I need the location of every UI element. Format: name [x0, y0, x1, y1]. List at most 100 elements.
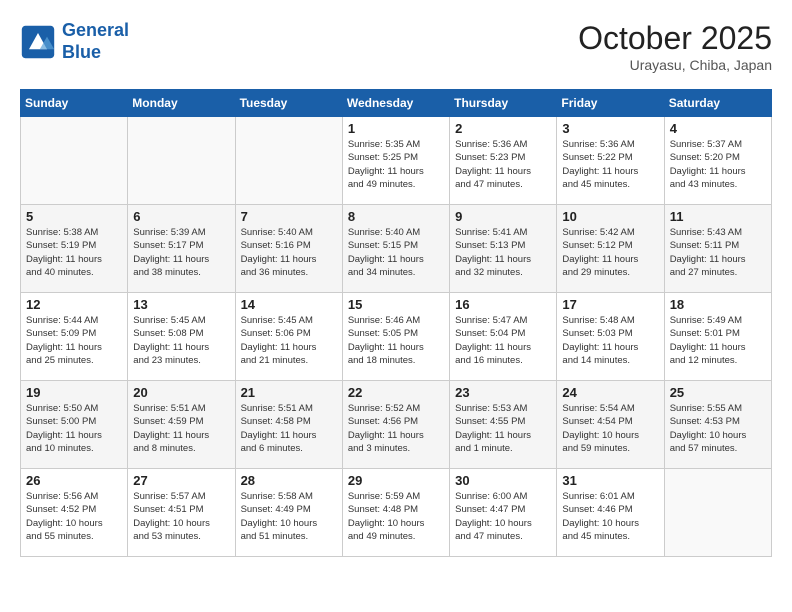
calendar-cell: 29 Sunrise: 5:59 AM Sunset: 4:48 PM Dayli… [342, 469, 449, 557]
day-info: Sunrise: 6:01 AM Sunset: 4:46 PM Dayligh… [562, 490, 658, 543]
weekday-header-monday: Monday [128, 90, 235, 117]
calendar-cell: 13Sunrise: 5:45 AM Sunset: 5:08 PM Dayli… [128, 293, 235, 381]
day-info: Sunrise: 5:38 AM Sunset: 5:19 PM Dayligh… [26, 226, 122, 279]
day-info: Sunrise: 5:36 AM Sunset: 5:23 PM Dayligh… [455, 138, 551, 191]
calendar-cell: 8 Sunrise: 5:40 AM Sunset: 5:15 PM Daylig… [342, 205, 449, 293]
calendar-cell: 17 Sunrise: 5:48 AM Sunset: 5:03 PM Dayli… [557, 293, 664, 381]
day-info: Sunrise: 5:48 AM Sunset: 5:03 PM Dayligh… [562, 314, 658, 367]
calendar-cell [664, 469, 771, 557]
day-info: Sunrise: 5:59 AM Sunset: 4:48 PM Dayligh… [348, 490, 444, 543]
day-number: 23 [455, 385, 551, 400]
calendar-cell: 7Sunrise: 5:40 AM Sunset: 5:16 PM Daylig… [235, 205, 342, 293]
calendar-cell: 23 Sunrise: 5:53 AM Sunset: 4:55 PM Dayli… [450, 381, 557, 469]
logo: General Blue [20, 20, 129, 63]
weekday-header-tuesday: Tuesday [235, 90, 342, 117]
day-info: Sunrise: 5:36 AM Sunset: 5:22 PM Dayligh… [562, 138, 658, 191]
calendar-table: SundayMondayTuesdayWednesdayThursdayFrid… [20, 89, 772, 557]
calendar-cell: 24 Sunrise: 5:54 AM Sunset: 4:54 PM Dayli… [557, 381, 664, 469]
day-info: Sunrise: 5:47 AM Sunset: 5:04 PM Dayligh… [455, 314, 551, 367]
day-info: Sunrise: 5:40 AM Sunset: 5:15 PM Dayligh… [348, 226, 444, 279]
day-number: 24 [562, 385, 658, 400]
week-row-3: 12 Sunrise: 5:44 AM Sunset: 5:09 PM Dayli… [21, 293, 772, 381]
day-info: Sunrise: 5:46 AM Sunset: 5:05 PM Dayligh… [348, 314, 444, 367]
day-number: 12 [26, 297, 122, 312]
calendar-cell: 14 Sunrise: 5:45 AM Sunset: 5:06 PM Dayli… [235, 293, 342, 381]
day-number: 19 [26, 385, 122, 400]
calendar-cell [128, 117, 235, 205]
day-number: 7 [241, 209, 337, 224]
day-info: Sunrise: 5:57 AM Sunset: 4:51 PM Dayligh… [133, 490, 229, 543]
day-number: 31 [562, 473, 658, 488]
day-info: Sunrise: 5:56 AM Sunset: 4:52 PM Dayligh… [26, 490, 122, 543]
calendar-cell: 16 Sunrise: 5:47 AM Sunset: 5:04 PM Dayli… [450, 293, 557, 381]
day-number: 30 [455, 473, 551, 488]
day-number: 13 [133, 297, 229, 312]
day-info: Sunrise: 5:50 AM Sunset: 5:00 PM Dayligh… [26, 402, 122, 455]
day-number: 26 [26, 473, 122, 488]
day-number: 29 [348, 473, 444, 488]
calendar-cell [21, 117, 128, 205]
day-info: Sunrise: 5:37 AM Sunset: 5:20 PM Dayligh… [670, 138, 766, 191]
day-info: Sunrise: 5:51 AM Sunset: 4:59 PM Dayligh… [133, 402, 229, 455]
day-info: Sunrise: 5:39 AM Sunset: 5:17 PM Dayligh… [133, 226, 229, 279]
day-info: Sunrise: 5:58 AM Sunset: 4:49 PM Dayligh… [241, 490, 337, 543]
day-number: 4 [670, 121, 766, 136]
location: Urayasu, Chiba, Japan [578, 57, 772, 73]
weekday-header-row: SundayMondayTuesdayWednesdayThursdayFrid… [21, 90, 772, 117]
calendar-cell: 9 Sunrise: 5:41 AM Sunset: 5:13 PM Daylig… [450, 205, 557, 293]
day-number: 20 [133, 385, 229, 400]
day-number: 22 [348, 385, 444, 400]
day-number: 6 [133, 209, 229, 224]
week-row-5: 26 Sunrise: 5:56 AM Sunset: 4:52 PM Dayli… [21, 469, 772, 557]
day-number: 11 [670, 209, 766, 224]
day-info: Sunrise: 5:54 AM Sunset: 4:54 PM Dayligh… [562, 402, 658, 455]
calendar-cell: 20 Sunrise: 5:51 AM Sunset: 4:59 PM Dayli… [128, 381, 235, 469]
weekday-header-thursday: Thursday [450, 90, 557, 117]
calendar-cell: 3Sunrise: 5:36 AM Sunset: 5:22 PM Daylig… [557, 117, 664, 205]
day-info: Sunrise: 5:44 AM Sunset: 5:09 PM Dayligh… [26, 314, 122, 367]
weekday-header-wednesday: Wednesday [342, 90, 449, 117]
calendar-cell: 11Sunrise: 5:43 AM Sunset: 5:11 PM Dayli… [664, 205, 771, 293]
weekday-header-friday: Friday [557, 90, 664, 117]
week-row-4: 19 Sunrise: 5:50 AM Sunset: 5:00 PM Dayli… [21, 381, 772, 469]
calendar-cell: 21Sunrise: 5:51 AM Sunset: 4:58 PM Dayli… [235, 381, 342, 469]
day-number: 5 [26, 209, 122, 224]
calendar-cell: 26 Sunrise: 5:56 AM Sunset: 4:52 PM Dayli… [21, 469, 128, 557]
logo-line1: General [62, 20, 129, 40]
day-info: Sunrise: 5:41 AM Sunset: 5:13 PM Dayligh… [455, 226, 551, 279]
day-number: 18 [670, 297, 766, 312]
day-info: Sunrise: 5:35 AM Sunset: 5:25 PM Dayligh… [348, 138, 444, 191]
day-number: 14 [241, 297, 337, 312]
calendar-cell: 22 Sunrise: 5:52 AM Sunset: 4:56 PM Dayli… [342, 381, 449, 469]
calendar-cell: 25 Sunrise: 5:55 AM Sunset: 4:53 PM Dayli… [664, 381, 771, 469]
day-number: 25 [670, 385, 766, 400]
calendar-cell: 2Sunrise: 5:36 AM Sunset: 5:23 PM Daylig… [450, 117, 557, 205]
week-row-2: 5 Sunrise: 5:38 AM Sunset: 5:19 PM Daylig… [21, 205, 772, 293]
day-info: Sunrise: 5:55 AM Sunset: 4:53 PM Dayligh… [670, 402, 766, 455]
calendar-cell: 5 Sunrise: 5:38 AM Sunset: 5:19 PM Daylig… [21, 205, 128, 293]
calendar-cell [235, 117, 342, 205]
day-info: Sunrise: 6:00 AM Sunset: 4:47 PM Dayligh… [455, 490, 551, 543]
day-number: 10 [562, 209, 658, 224]
day-info: Sunrise: 5:51 AM Sunset: 4:58 PM Dayligh… [241, 402, 337, 455]
week-row-1: 1Sunrise: 5:35 AM Sunset: 5:25 PM Daylig… [21, 117, 772, 205]
day-info: Sunrise: 5:52 AM Sunset: 4:56 PM Dayligh… [348, 402, 444, 455]
day-info: Sunrise: 5:53 AM Sunset: 4:55 PM Dayligh… [455, 402, 551, 455]
weekday-header-saturday: Saturday [664, 90, 771, 117]
month-title: October 2025 [578, 20, 772, 57]
day-info: Sunrise: 5:45 AM Sunset: 5:06 PM Dayligh… [241, 314, 337, 367]
calendar-cell: 6 Sunrise: 5:39 AM Sunset: 5:17 PM Daylig… [128, 205, 235, 293]
day-number: 9 [455, 209, 551, 224]
calendar-cell: 28 Sunrise: 5:58 AM Sunset: 4:49 PM Dayli… [235, 469, 342, 557]
logo-text: General Blue [62, 20, 129, 63]
calendar-cell: 1Sunrise: 5:35 AM Sunset: 5:25 PM Daylig… [342, 117, 449, 205]
weekday-header-sunday: Sunday [21, 90, 128, 117]
calendar-cell: 15Sunrise: 5:46 AM Sunset: 5:05 PM Dayli… [342, 293, 449, 381]
day-number: 17 [562, 297, 658, 312]
day-number: 27 [133, 473, 229, 488]
day-number: 28 [241, 473, 337, 488]
day-number: 8 [348, 209, 444, 224]
calendar-cell: 10Sunrise: 5:42 AM Sunset: 5:12 PM Dayli… [557, 205, 664, 293]
day-number: 16 [455, 297, 551, 312]
calendar-cell: 27 Sunrise: 5:57 AM Sunset: 4:51 PM Dayli… [128, 469, 235, 557]
